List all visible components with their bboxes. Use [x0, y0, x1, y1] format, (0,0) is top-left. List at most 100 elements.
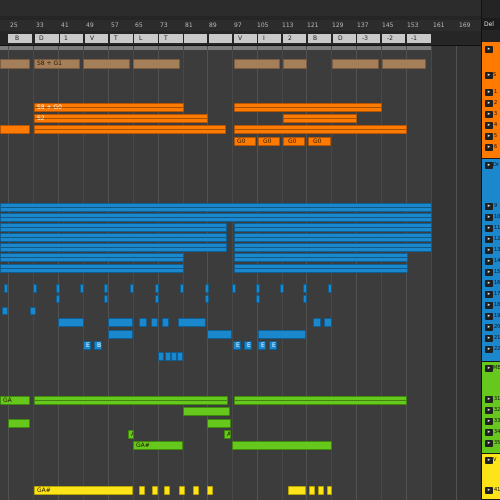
midi-clip[interactable] — [234, 253, 408, 262]
audio-clip[interactable] — [133, 59, 180, 69]
midi-clip[interactable] — [2, 307, 8, 315]
midi-clip[interactable] — [309, 486, 315, 495]
midi-clip[interactable] — [152, 486, 158, 495]
midi-clip[interactable] — [108, 330, 133, 339]
midi-clip[interactable] — [328, 284, 332, 293]
midi-clip[interactable] — [232, 284, 236, 293]
locator-marker[interactable] — [333, 34, 356, 43]
midi-clip[interactable] — [0, 243, 227, 252]
timeline-ruler[interactable]: 25 33 41 49 57 65 73 81 89 97 105 113 12… — [0, 0, 481, 32]
track-activator[interactable]: ▸ — [485, 133, 493, 140]
midi-clip[interactable] — [183, 407, 230, 416]
track-fold-button[interactable]: ▸ — [485, 46, 493, 53]
group-track-orange[interactable]: S ▸ ▸ ▸ 1 ▸ 2 ▸ 3 ▸ 4 ▸ 5 ▸ 6 — [482, 42, 500, 159]
locator-marker[interactable] — [382, 34, 405, 43]
midi-clip[interactable]: GA# — [34, 486, 133, 495]
midi-clip[interactable] — [155, 295, 159, 303]
midi-clip[interactable] — [56, 295, 60, 303]
track-activator[interactable]: ▸ — [485, 487, 493, 494]
midi-clip[interactable]: GA — [0, 396, 30, 405]
locator-marker[interactable] — [159, 34, 183, 43]
midi-clip[interactable]: A — [128, 430, 134, 439]
midi-clip[interactable] — [151, 318, 158, 327]
locator-lane[interactable]: B D 1 V T L T 1 V I 2 B D -3 -2 -1 — [0, 31, 481, 46]
audio-clip[interactable] — [283, 59, 307, 69]
midi-clip[interactable] — [158, 352, 164, 361]
midi-clip[interactable] — [234, 243, 432, 252]
audio-clip[interactable] — [332, 59, 379, 69]
locator-marker[interactable] — [357, 34, 380, 43]
midi-clip[interactable] — [0, 125, 30, 134]
midi-clip[interactable]: E — [258, 341, 266, 350]
track-activator[interactable]: ▸ — [485, 396, 493, 403]
midi-clip[interactable]: G0 — [283, 137, 305, 146]
track-activator[interactable]: ▸ — [485, 302, 493, 309]
audio-clip[interactable] — [0, 59, 30, 69]
midi-clip[interactable] — [207, 419, 231, 428]
midi-clip[interactable] — [313, 318, 321, 327]
midi-clip[interactable] — [108, 318, 133, 327]
track-activator[interactable]: ▸ — [485, 100, 493, 107]
midi-clip[interactable] — [8, 419, 30, 428]
midi-clip[interactable] — [234, 233, 432, 242]
track-fold-button[interactable]: ▸ — [485, 72, 493, 79]
midi-clip[interactable]: G0 — [234, 137, 256, 146]
track-activator[interactable]: ▸ — [485, 407, 493, 414]
track-fold-button[interactable]: ▸ — [485, 162, 493, 169]
track-activator[interactable]: ▸ — [485, 144, 493, 151]
track-activator[interactable]: ▸ — [485, 324, 493, 331]
midi-clip[interactable] — [104, 284, 108, 293]
midi-clip[interactable] — [324, 318, 332, 327]
midi-clip[interactable] — [56, 284, 60, 293]
midi-clip[interactable] — [258, 330, 306, 339]
midi-clip[interactable] — [234, 396, 407, 405]
midi-clip[interactable]: E — [83, 341, 91, 350]
midi-clip[interactable] — [4, 284, 8, 293]
loop-brace[interactable] — [0, 46, 432, 50]
track-activator[interactable]: ▸ — [485, 429, 493, 436]
midi-clip[interactable] — [30, 307, 36, 315]
midi-clip[interactable] — [180, 284, 184, 293]
midi-clip[interactable] — [234, 264, 408, 273]
midi-clip[interactable] — [303, 284, 307, 293]
locator-marker[interactable] — [283, 34, 306, 43]
midi-clip[interactable] — [280, 284, 284, 293]
midi-clip[interactable] — [303, 295, 307, 303]
midi-clip[interactable] — [0, 213, 432, 222]
midi-clip[interactable] — [130, 284, 134, 293]
audio-clip[interactable] — [234, 59, 280, 69]
midi-clip[interactable] — [139, 318, 147, 327]
midi-clip[interactable] — [327, 486, 332, 495]
overview-strip[interactable] — [0, 16, 481, 20]
midi-clip[interactable] — [104, 295, 108, 303]
group-track-green[interactable]: ▸ ME ▸ 31 ▸ 32 ▸ 33 ▸ 34 ▸ 35 — [482, 362, 500, 454]
audio-clip[interactable] — [83, 59, 130, 69]
midi-clip[interactable]: E — [244, 341, 252, 350]
track-activator[interactable]: ▸ — [485, 247, 493, 254]
midi-clip[interactable]: S8 + G0 — [34, 103, 184, 112]
midi-clip[interactable]: A — [224, 430, 231, 439]
midi-clip[interactable] — [318, 486, 324, 495]
track-activator[interactable]: ▸ — [485, 418, 493, 425]
midi-clip[interactable] — [162, 318, 169, 327]
track-activator[interactable]: ▸ — [485, 214, 493, 221]
track-activator[interactable]: ▸ — [485, 291, 493, 298]
locator-marker[interactable] — [85, 34, 108, 43]
midi-clip[interactable]: E — [233, 341, 241, 350]
locator-marker[interactable] — [184, 34, 207, 43]
track-activator[interactable]: ▸ — [485, 89, 493, 96]
midi-clip[interactable] — [205, 295, 209, 303]
midi-clip[interactable] — [34, 125, 226, 134]
locator-marker[interactable] — [8, 34, 32, 43]
midi-clip[interactable] — [0, 233, 227, 242]
track-fold-button[interactable]: ▸ — [485, 365, 493, 372]
arrangement-grid[interactable]: S8 + G1 S8 + G0 S2 G0 G0 G0 G0 E B E E E… — [0, 46, 481, 500]
track-activator[interactable]: ▸ — [485, 236, 493, 243]
midi-clip[interactable] — [232, 441, 332, 450]
track-activator[interactable]: ▸ — [485, 269, 493, 276]
midi-clip[interactable] — [283, 114, 357, 123]
midi-clip[interactable] — [234, 125, 407, 134]
track-activator[interactable]: ▸ — [485, 346, 493, 353]
group-track-blue[interactable]: ▸ Dr ▸ 9 ▸ 10 ▸ 11 ▸ 12 ▸ 13 ▸ 14 ▸ 15 ▸… — [482, 159, 500, 362]
midi-clip[interactable] — [164, 486, 170, 495]
